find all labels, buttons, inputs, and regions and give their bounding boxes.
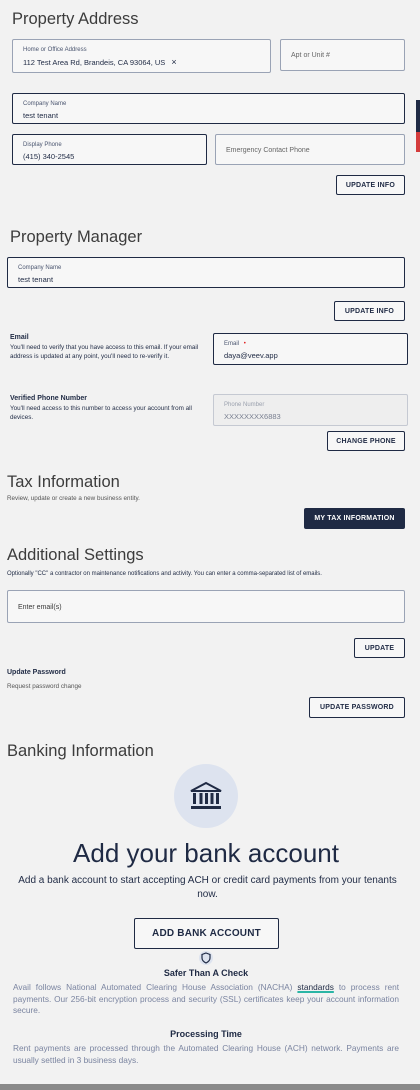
company-name-field[interactable]: Company Name test tenant (12, 93, 405, 124)
display-phone-label: Display Phone (23, 142, 62, 148)
edge-accent-red (416, 132, 420, 152)
password-description: Request password change (7, 683, 82, 690)
property-manager-title: Property Manager (10, 228, 143, 246)
additional-settings-subtitle: Optionally "CC" a contractor on maintena… (7, 571, 322, 577)
pm-company-name-label: Company Name (18, 265, 62, 271)
email-value: daya@veev.app (224, 351, 278, 360)
safer-text: Avail follows National Automated Clearin… (13, 982, 399, 1017)
display-phone-field[interactable]: Display Phone (415) 340-2545 (12, 134, 207, 165)
cc-emails-field[interactable]: Enter email(s) (7, 590, 405, 623)
add-bank-account-button[interactable]: ADD BANK ACCOUNT (134, 918, 279, 949)
my-tax-information-button[interactable]: MY TAX INFORMATION (304, 508, 405, 529)
update-emails-button[interactable]: UPDATE (354, 638, 405, 658)
email-heading: Email (10, 334, 29, 341)
display-phone-value: (415) 340-2545 (23, 152, 75, 161)
safer-heading: Safer Than A Check (163, 968, 249, 978)
processing-heading: Processing Time (170, 1029, 242, 1039)
email-field[interactable]: Email • daya@veev.app (213, 333, 408, 365)
edge-accent-dark (416, 100, 420, 132)
email-label-text: Email (224, 341, 240, 347)
safer-text-before: Avail follows National Automated Clearin… (13, 982, 293, 992)
bank-icon (190, 781, 222, 809)
standards-link[interactable]: standards (297, 982, 333, 992)
phone-number-field: Phone Number XXXXXXXX6883 (213, 394, 408, 426)
clear-address-icon[interactable]: × (171, 57, 176, 67)
home-address-label: Home or Office Address (23, 47, 87, 53)
phone-description: You'll need access to this number to acc… (10, 405, 192, 421)
emergency-phone-field[interactable]: Emergency Contact Phone (215, 134, 405, 165)
phone-number-label: Phone Number (224, 402, 265, 408)
shield-icon (198, 950, 214, 966)
home-address-value: 112 Test Area Rd, Brandeis, CA 93064, US… (23, 57, 177, 67)
home-address-text: 112 Test Area Rd, Brandeis, CA 93064, US (23, 58, 166, 67)
tax-title: Tax Information (7, 473, 120, 491)
change-phone-button[interactable]: CHANGE PHONE (327, 431, 405, 451)
phone-heading: Verified Phone Number (10, 395, 88, 402)
email-label: Email • (224, 341, 246, 347)
banking-title: Banking Information (7, 742, 154, 760)
property-address-title: Property Address (12, 10, 139, 28)
apt-unit-field[interactable]: Apt or Unit # (280, 39, 405, 71)
emergency-phone-placeholder: Emergency Contact Phone (226, 147, 310, 154)
pm-company-name-field[interactable]: Company Name test tenant (7, 257, 405, 288)
apt-unit-placeholder: Apt or Unit # (291, 52, 330, 59)
password-heading: Update Password (7, 669, 66, 676)
processing-text: Rent payments are processed through the … (13, 1043, 399, 1065)
email-required-marker: • (243, 341, 246, 347)
bank-heading: Add your bank account (73, 838, 339, 868)
pm-company-name-value: test tenant (18, 275, 54, 284)
update-info-button-address[interactable]: UPDATE INFO (336, 175, 405, 195)
email-description: You'll need to verify that you have acce… (10, 344, 199, 360)
company-name-label: Company Name (23, 101, 67, 107)
home-address-field[interactable]: Home or Office Address 112 Test Area Rd,… (12, 39, 271, 73)
update-password-button[interactable]: UPDATE PASSWORD (309, 697, 405, 718)
additional-settings-title: Additional Settings (7, 546, 144, 564)
bank-subtitle: Add a bank account to start accepting AC… (18, 875, 397, 900)
bottom-bar (0, 1084, 420, 1090)
tax-subtitle: Review, update or create a new business … (7, 495, 140, 502)
company-name-value: test tenant (23, 111, 59, 120)
phone-number-value: XXXXXXXX6883 (224, 412, 281, 421)
cc-emails-placeholder: Enter email(s) (18, 604, 62, 611)
update-info-button-manager[interactable]: UPDATE INFO (334, 301, 405, 321)
bank-icon-circle (174, 764, 238, 828)
